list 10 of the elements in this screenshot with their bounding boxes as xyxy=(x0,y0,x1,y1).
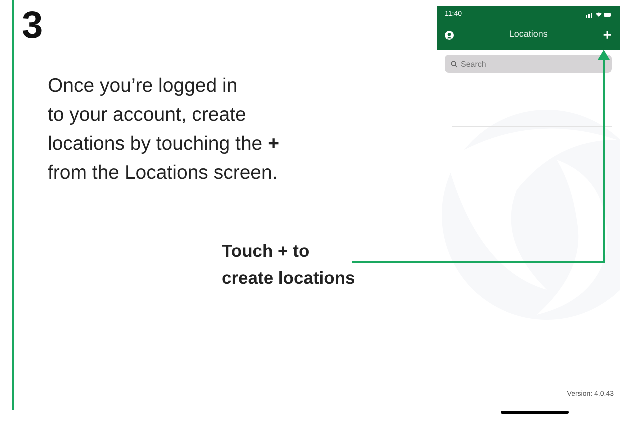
screen-title: Locations xyxy=(509,28,548,42)
add-button[interactable]: + xyxy=(603,28,612,42)
callout-label: Touch + to create locations xyxy=(222,240,356,290)
home-indicator xyxy=(501,411,569,414)
instruction-paragraph: Once you’re logged in to your account, create locations by touching the + from the Locations screen. xyxy=(48,74,280,186)
step-number: 3 xyxy=(22,6,44,46)
status-icons xyxy=(586,12,612,18)
account-icon[interactable] xyxy=(445,30,454,40)
search-icon xyxy=(451,60,458,68)
search-field[interactable]: Search xyxy=(445,55,612,73)
